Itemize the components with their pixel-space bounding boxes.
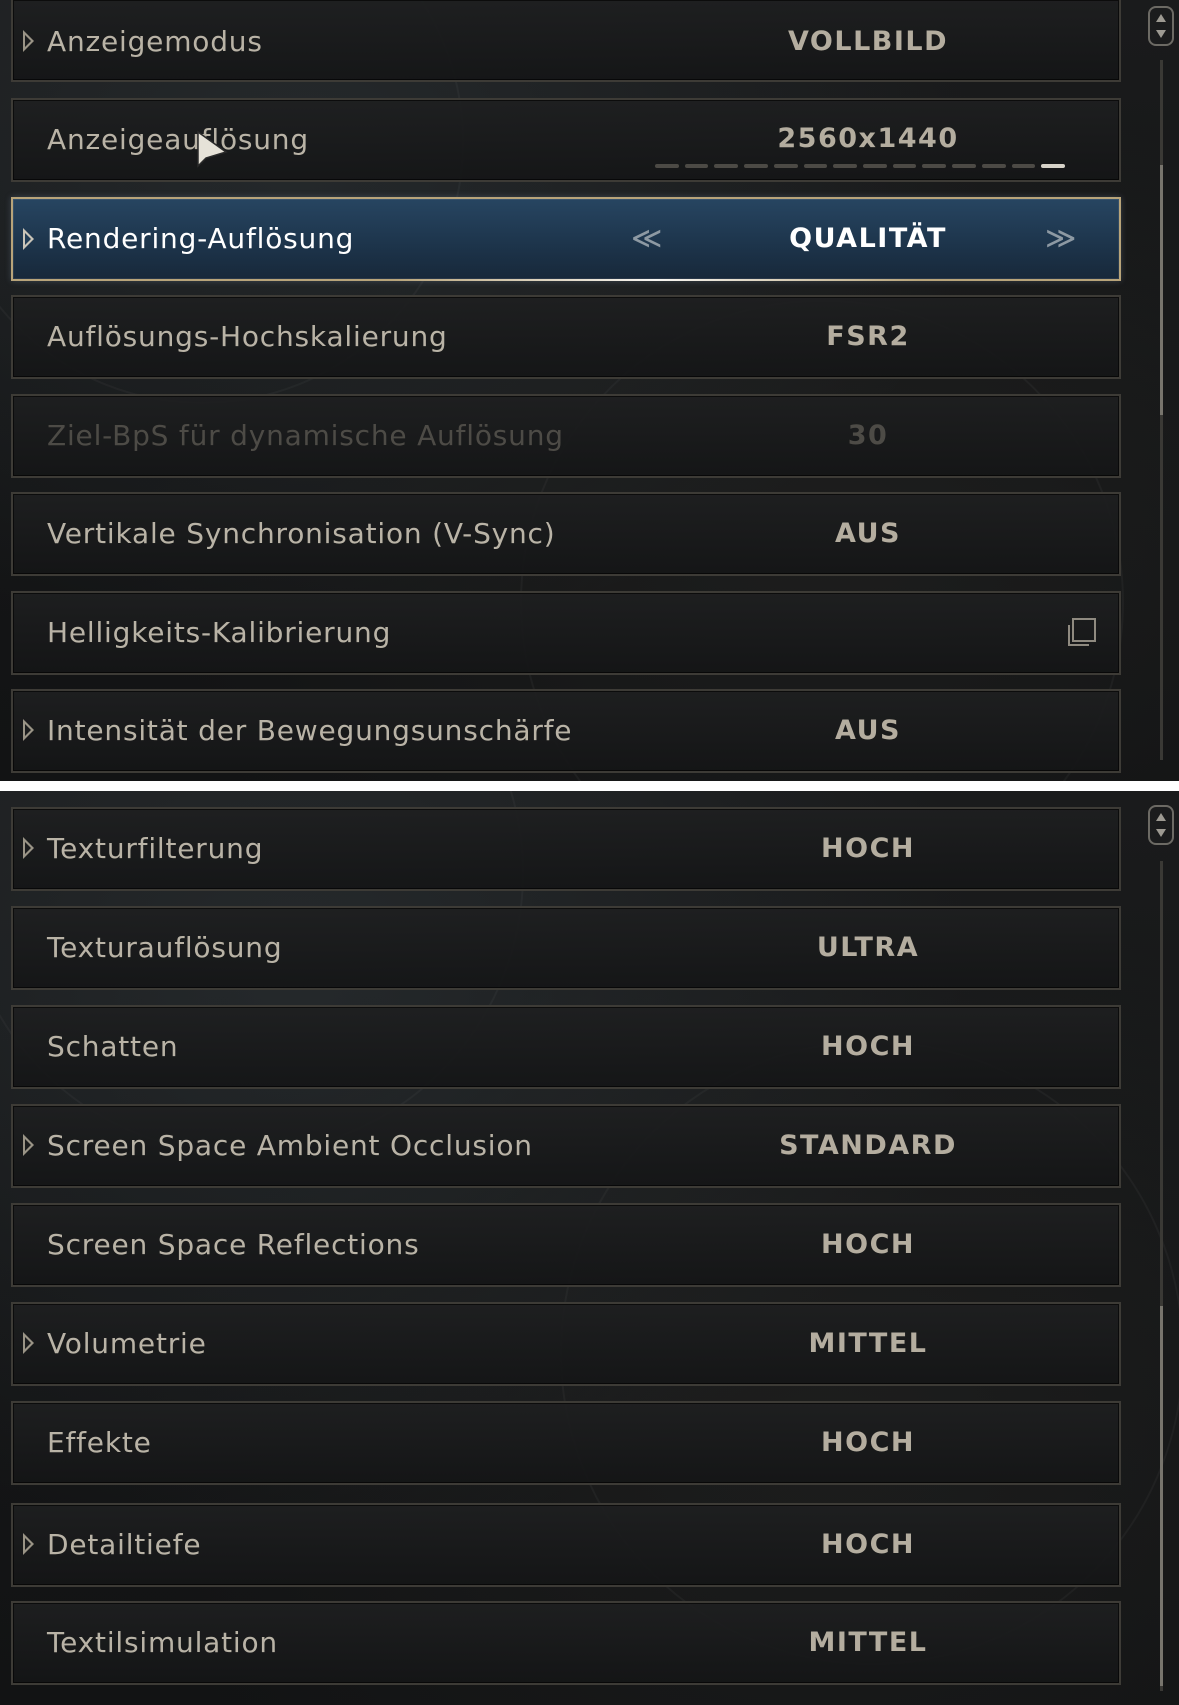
expand-chevron-icon [23, 1533, 34, 1555]
setting-value: MITTEL [808, 1627, 928, 1658]
slider-segment[interactable] [922, 164, 947, 168]
scroll-button[interactable] [1148, 805, 1174, 845]
setting-label: Anzeigeauflösung [47, 123, 309, 156]
settings-panel-bottom: Texturfilterung HOCH Texturauflösung ULT… [0, 791, 1179, 1705]
setting-value: HOCH [821, 1031, 915, 1062]
setting-row-brightness-calibration[interactable]: Helligkeits-Kalibrierung [11, 591, 1121, 675]
setting-row-motion-blur[interactable]: Intensität der Bewegungsunschärfe AUS [11, 689, 1121, 773]
setting-label: Texturauflösung [47, 931, 283, 964]
expand-chevron-icon [23, 837, 34, 859]
setting-row-texture-resolution[interactable]: Texturauflösung ULTRA [11, 906, 1121, 990]
slider-segment[interactable] [1041, 164, 1066, 168]
setting-value: QUALITÄT [789, 223, 947, 254]
scrollbar-thumb[interactable] [1160, 165, 1163, 415]
mouse-cursor-icon [197, 130, 228, 168]
setting-value: HOCH [821, 1229, 915, 1260]
expand-chevron-icon [23, 228, 34, 250]
next-option-arrow-icon[interactable]: ≫ [1045, 219, 1076, 259]
settings-panel-top: Anzeigemodus VOLLBILD Anzeigeauflösung 2… [0, 0, 1179, 781]
setting-row-level-of-detail[interactable]: Detailtiefe HOCH [11, 1503, 1121, 1587]
expand-chevron-icon [23, 1134, 34, 1156]
setting-row-rendering-resolution[interactable]: Rendering-Auflösung ≪ QUALITÄT ≫ [11, 197, 1121, 281]
setting-row-cloth-simulation[interactable]: Textilsimulation MITTEL [11, 1601, 1121, 1685]
setting-row-upscaling[interactable]: Auflösungs-Hochskalierung FSR2 [11, 295, 1121, 379]
slider-segment[interactable] [773, 164, 798, 168]
setting-value: 30 [847, 420, 889, 451]
resolution-slider[interactable] [655, 164, 1066, 168]
setting-label: Helligkeits-Kalibrierung [47, 616, 392, 649]
setting-value: AUS [835, 518, 901, 549]
setting-value: FSR2 [826, 321, 910, 352]
setting-row-ssao[interactable]: Screen Space Ambient Occlusion STANDARD [11, 1104, 1121, 1188]
expand-chevron-icon [23, 30, 34, 52]
setting-row-volumetrics[interactable]: Volumetrie MITTEL [11, 1302, 1121, 1386]
slider-segment[interactable] [1011, 164, 1036, 168]
setting-value: HOCH [821, 833, 915, 864]
setting-label: Rendering-Auflösung [47, 222, 355, 255]
setting-label: Screen Space Reflections [47, 1228, 420, 1261]
setting-row-target-fps: Ziel-BpS für dynamische Auflösung 30 [11, 394, 1121, 478]
setting-label: Screen Space Ambient Occlusion [47, 1129, 533, 1162]
setting-row-shadows[interactable]: Schatten HOCH [11, 1005, 1121, 1089]
setting-label: Intensität der Bewegungsunschärfe [47, 714, 573, 747]
setting-row-display-mode[interactable]: Anzeigemodus VOLLBILD [11, 0, 1121, 82]
scrollbar-thumb[interactable] [1160, 1306, 1163, 1686]
setting-label: Detailtiefe [47, 1528, 202, 1561]
slider-segment[interactable] [981, 164, 1006, 168]
setting-value: AUS [835, 715, 901, 746]
setting-value: STANDARD [779, 1130, 957, 1161]
setting-label: Textilsimulation [47, 1626, 278, 1659]
setting-row-ssr[interactable]: Screen Space Reflections HOCH [11, 1203, 1121, 1287]
slider-segment[interactable] [863, 164, 887, 168]
setting-label: Effekte [47, 1426, 152, 1459]
slider-segment[interactable] [803, 164, 828, 168]
setting-value: MITTEL [808, 1328, 928, 1359]
expand-chevron-icon [23, 1332, 34, 1354]
setting-value: HOCH [821, 1529, 915, 1560]
slider-segment[interactable] [655, 164, 679, 168]
setting-label: Anzeigemodus [47, 25, 263, 58]
setting-label: Texturfilterung [47, 832, 264, 865]
scroll-button[interactable] [1148, 6, 1174, 46]
open-external-icon[interactable] [1065, 617, 1097, 649]
setting-label: Ziel-BpS für dynamische Auflösung [47, 419, 564, 452]
slider-segment[interactable] [714, 164, 739, 168]
setting-row-texture-filtering[interactable]: Texturfilterung HOCH [11, 807, 1121, 891]
setting-value: ULTRA [816, 932, 920, 963]
slider-segment[interactable] [684, 164, 709, 168]
setting-label: Vertikale Synchronisation (V-Sync) [47, 517, 556, 550]
slider-segment[interactable] [952, 164, 976, 168]
setting-label: Auflösungs-Hochskalierung [47, 320, 448, 353]
setting-row-effects[interactable]: Effekte HOCH [11, 1401, 1121, 1485]
setting-value: 2560x1440 [777, 123, 959, 154]
slider-segment[interactable] [833, 164, 858, 168]
setting-value: VOLLBILD [787, 26, 949, 57]
setting-value: HOCH [821, 1427, 915, 1458]
setting-row-vsync[interactable]: Vertikale Synchronisation (V-Sync) AUS [11, 492, 1121, 576]
setting-label: Volumetrie [47, 1327, 207, 1360]
expand-chevron-icon [23, 719, 34, 741]
slider-segment[interactable] [744, 164, 768, 168]
setting-row-display-resolution[interactable]: Anzeigeauflösung 2560x1440 [11, 98, 1121, 182]
setting-label: Schatten [47, 1030, 179, 1063]
slider-segment[interactable] [892, 164, 917, 168]
